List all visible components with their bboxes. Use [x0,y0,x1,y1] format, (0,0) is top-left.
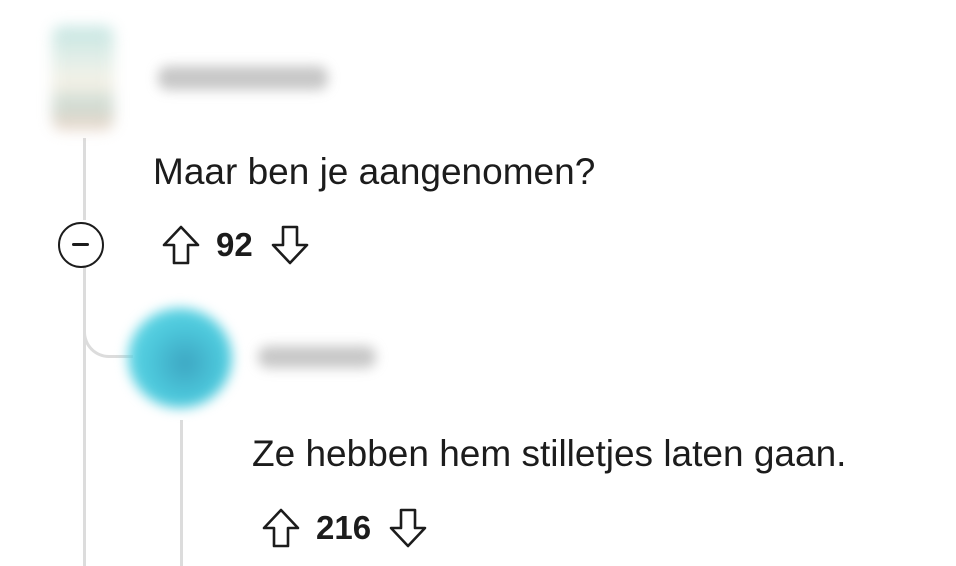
reply-thread-line[interactable] [180,420,183,566]
upvote-button[interactable] [258,505,304,551]
avatar[interactable] [52,26,114,130]
arrow-down-icon [271,225,309,265]
arrow-down-icon [389,508,427,548]
vote-score: 92 [216,226,253,263]
vote-score: 216 [316,509,372,546]
collapse-thread-button[interactable] [58,222,104,268]
downvote-button[interactable] [267,222,313,268]
username[interactable]: user [158,66,328,90]
vote-bar: 216 [258,503,431,553]
comment-body: Maar ben je aangenomen? [153,151,596,192]
downvote-button[interactable] [385,505,431,551]
minus-icon [72,243,89,246]
comment-body: Ze hebben hem stilletjes laten gaan. [252,433,847,474]
thread-line [83,138,86,220]
arrow-up-icon [162,225,200,265]
upvote-button[interactable] [158,222,204,268]
username[interactable]: user [258,346,376,368]
thread-branch-line [83,300,133,358]
vote-bar: 92 [158,220,313,270]
avatar[interactable] [128,308,232,408]
arrow-up-icon [262,508,300,548]
